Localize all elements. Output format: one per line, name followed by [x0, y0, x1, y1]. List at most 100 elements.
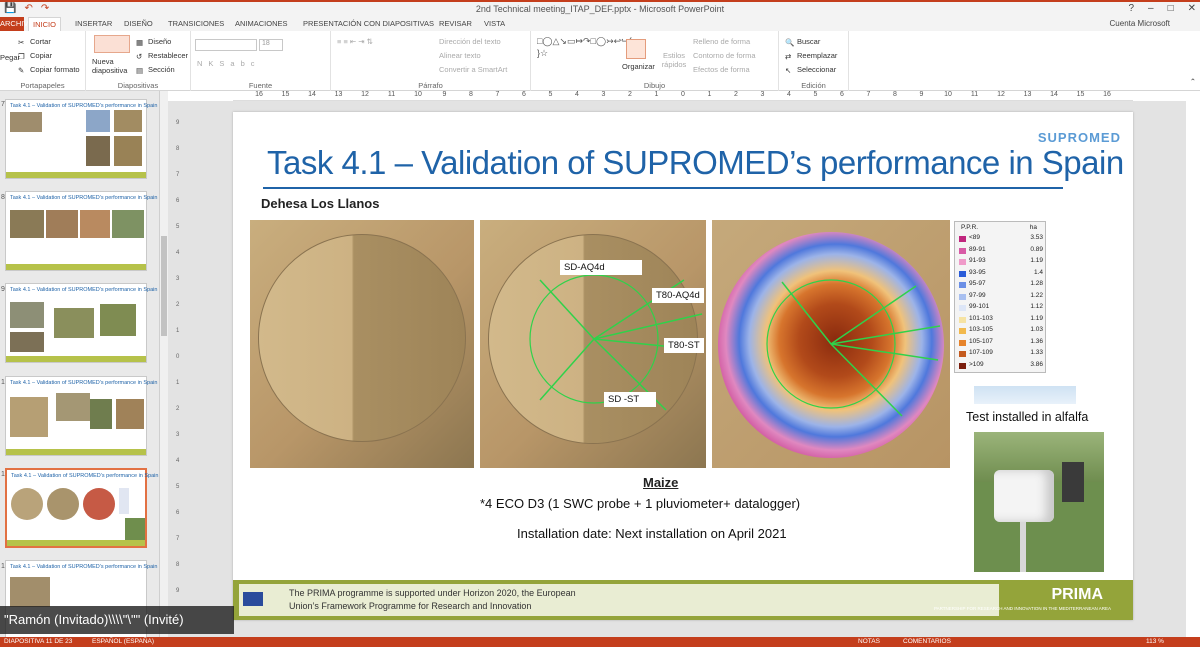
slide-footer: The PRIMA programme is supported under H… [233, 580, 1133, 620]
slide-counter: DIAPOSITIVA 11 DE 23 [4, 638, 73, 645]
sectors-photo[interactable]: SD-AQ4d T80-AQ4d T80-ST SD -ST [480, 220, 706, 468]
layout-icon: ▦ [136, 37, 144, 47]
ppr-legend: P.P.R. ha <89 3.53 89-91 0.89 91-93 1.19 93-95… [954, 221, 1046, 373]
notes-button[interactable]: NOTAS [858, 638, 880, 645]
slide-thumbnail[interactable]: Task 4.1 – Validation of SUPROMED’s perf… [5, 376, 157, 456]
reset-button[interactable]: ↺ Restablecer [136, 51, 188, 61]
slide-title[interactable]: Task 4.1 – Validation of SUPROMED’s perf… [267, 144, 1124, 182]
format-painter-button[interactable]: ✎ Copiar formato [18, 65, 80, 75]
ruler-tick: 9 [442, 91, 447, 98]
tab-review[interactable]: REVISAR [439, 17, 472, 31]
tab-view[interactable]: VISTA [484, 17, 505, 31]
ruler-tick: 8 [469, 91, 473, 98]
legend-area: 1.12 [1030, 303, 1043, 310]
smartart-button[interactable]: Convertir a SmartArt [439, 65, 507, 74]
cut-button[interactable]: ✂ Cortar [18, 37, 51, 47]
callout-sd-st: SD -ST [604, 392, 656, 407]
arrange-button[interactable]: Organizar [622, 62, 655, 71]
shape-fill-button[interactable]: Relleno de forma [693, 37, 750, 46]
legend-range: 89-91 [969, 245, 986, 253]
tab-design[interactable]: DISEÑO [124, 17, 153, 31]
footer-banner: The PRIMA programme is supported under H… [239, 584, 999, 616]
font-family-box[interactable] [195, 39, 257, 51]
ruler-tick: 7 [495, 91, 500, 98]
legend-swatch [959, 247, 966, 254]
legend-row: 89-91 0.89 [959, 246, 1045, 256]
language-indicator[interactable]: ESPAÑOL (ESPAÑA) [92, 638, 154, 645]
legend-swatch [959, 362, 966, 369]
slide-thumbnail[interactable]: Task 4.1 – Validation of SUPROMED’s perf… [5, 99, 157, 179]
vertical-ruler-tick: 6 [176, 510, 180, 516]
paste-button[interactable]: Pegar [0, 53, 20, 62]
layout-button[interactable]: ▦ Diseño [136, 37, 171, 47]
ruler-tick: 5 [548, 91, 553, 98]
group-label: Dibujo [643, 81, 666, 90]
search-icon: 🔍 [785, 37, 795, 47]
close-button[interactable]: ✕ [1188, 3, 1196, 14]
zoom-level[interactable]: 113 % [1146, 638, 1164, 645]
legend-row: <89 3.53 [959, 234, 1045, 244]
ruler-tick: 7 [866, 91, 871, 98]
crop-label[interactable]: Maize [643, 475, 678, 490]
ppr-map[interactable] [712, 220, 950, 468]
device-photo[interactable] [974, 432, 1104, 572]
new-slide-button[interactable]: Nueva diapositiva [92, 57, 136, 75]
legend-row: 91-93 1.19 [959, 257, 1045, 267]
maximize-button[interactable]: □ [1168, 3, 1174, 14]
reset-icon: ↺ [136, 51, 143, 61]
comments-button[interactable]: COMENTARIOS [903, 638, 951, 645]
legend-range: <89 [969, 234, 981, 241]
section-icon: ▤ [136, 65, 144, 75]
shape-outline-button[interactable]: Contorno de forma [693, 51, 756, 60]
test-label[interactable]: Test installed in alfalfa [966, 410, 1088, 424]
font-format-buttons[interactable]: NKSabc [197, 59, 261, 68]
find-button[interactable]: 🔍 Buscar [785, 37, 820, 47]
ruler-tick: 1 [707, 91, 712, 98]
group-label: Edición [801, 81, 826, 90]
minimize-button[interactable]: – [1148, 3, 1154, 14]
scroll-thumb[interactable] [161, 236, 167, 336]
callout-t80-st: T80-ST [664, 338, 704, 353]
installation-date-text[interactable]: Installation date: Next installation on … [517, 526, 787, 541]
thumbnail-title: Task 4.1 – Validation of SUPROMED’s perf… [10, 195, 158, 201]
section-button[interactable]: ▤ Sección [136, 65, 175, 75]
thumbnail-title: Task 4.1 – Validation of SUPROMED’s perf… [10, 287, 158, 293]
slide-canvas[interactable]: SUPROMED Task 4.1 – Validation of SUPROM… [233, 112, 1133, 620]
quick-styles-button[interactable]: Estilos rápidos [658, 51, 690, 69]
slide-thumbnail-selected[interactable]: Task 4.1 – Validation of SUPROMED’s perf… [5, 468, 158, 548]
legend-row: 97-99 1.22 [959, 292, 1045, 302]
tab-animations[interactable]: ANIMACIONES [235, 17, 288, 31]
tab-slideshow[interactable]: PRESENTACIÓN CON DIAPOSITIVAS [303, 17, 434, 31]
thumbnail-title: Task 4.1 – Validation of SUPROMED’s perf… [10, 103, 158, 109]
sky-photo [974, 386, 1076, 404]
slide-thumbnail[interactable]: Task 4.1 – Validation of SUPROMED’s perf… [5, 283, 157, 363]
font-size-box[interactable]: 18 [259, 39, 283, 51]
legend-row: 105-107 1.36 [959, 338, 1045, 348]
list-buttons[interactable]: ≡ ≡ ⇤ ⇥ ⇅ [337, 37, 373, 46]
footer-line-1: The PRIMA programme is supported under H… [289, 588, 576, 598]
group-drawing: □◯△↘▭↦↷□◯↣↩↪{ }☆ Organizar Estilos rápid… [531, 31, 779, 91]
tab-file[interactable]: ARCHIVO [0, 17, 34, 31]
participant-name-overlay: "Ramón (Invitado)\\\\"\"" (Invité) [0, 606, 234, 634]
equipment-text[interactable]: *4 ECO D3 (1 SWC probe + 1 pluviometer+ … [480, 496, 800, 511]
shape-effects-button[interactable]: Efectos de forma [693, 65, 750, 74]
text-direction-button[interactable]: Dirección del texto [439, 37, 501, 46]
collapse-ribbon-icon[interactable]: ⌃ [1190, 77, 1196, 86]
align-text-button[interactable]: Alinear texto [439, 51, 481, 60]
tab-home[interactable]: INICIO [28, 17, 61, 31]
site-heading[interactable]: Dehesa Los Llanos [261, 196, 379, 211]
tab-insert[interactable]: INSERTAR [75, 17, 112, 31]
replace-button[interactable]: ⇄ Reemplazar [785, 51, 837, 61]
tab-transitions[interactable]: TRANSICIONES [168, 17, 224, 31]
thumbnails-scrollbar[interactable] [160, 91, 168, 637]
slide-thumbnail[interactable]: Task 4.1 – Validation of SUPROMED’s perf… [5, 191, 157, 271]
vertical-ruler-tick: 2 [176, 302, 180, 308]
help-icon[interactable]: ? [1128, 3, 1134, 14]
shapes-gallery[interactable]: □◯△↘▭↦↷□◯↣↩↪{ }☆ [537, 35, 632, 71]
copy-button[interactable]: ❐ Copiar [18, 51, 52, 61]
ruler-tick: 6 [840, 91, 844, 98]
aerial-photo[interactable] [250, 220, 474, 468]
ruler-tick: 3 [601, 91, 606, 98]
select-button[interactable]: ↖ Seleccionar [785, 65, 836, 75]
account-name[interactable]: Cuenta Microsoft [1110, 17, 1170, 31]
